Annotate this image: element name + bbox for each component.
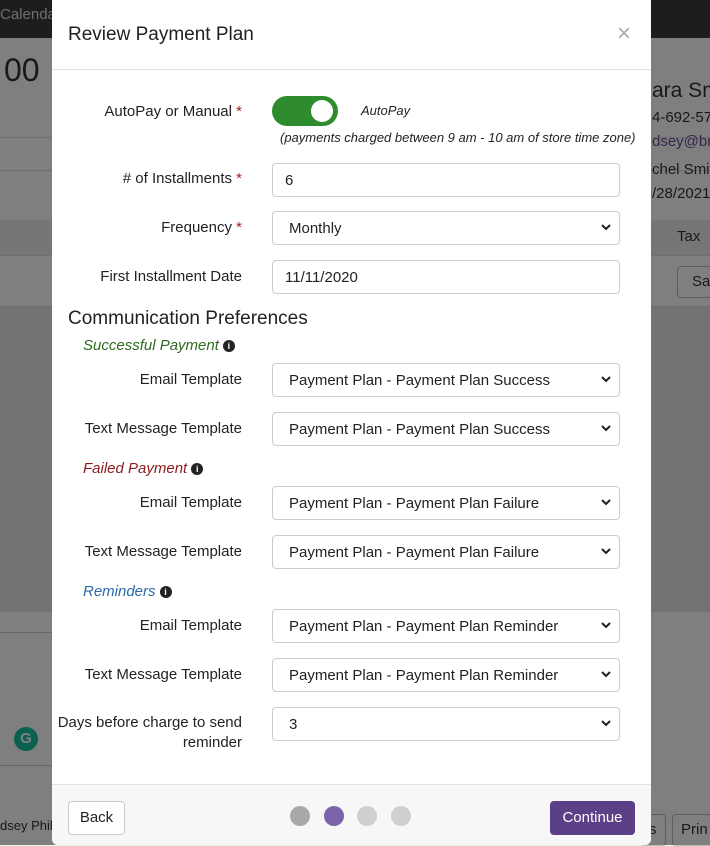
failed-email-value: Payment Plan - Payment Plan Failure — [289, 495, 540, 512]
autopay-note: (payments charged between 9 am - 10 am o… — [280, 130, 636, 145]
modal-title: Review Payment Plan — [68, 24, 254, 45]
required-marker: * — [236, 219, 242, 236]
step-dot — [290, 806, 310, 826]
close-icon[interactable]: × — [617, 20, 631, 48]
autopay-toggle[interactable] — [272, 96, 338, 126]
chevron-down-icon — [601, 671, 611, 678]
failed-email-label: Email Template — [139, 494, 242, 511]
continue-button[interactable]: Continue — [550, 801, 635, 835]
autopay-value-label: AutoPay — [361, 103, 411, 118]
step-dot — [357, 806, 377, 826]
chevron-down-icon — [601, 499, 611, 506]
required-marker: * — [236, 103, 242, 120]
step-dot-active — [324, 806, 344, 826]
days-before-label: Days before charge to send reminder — [57, 714, 242, 751]
reminders-sms-label: Text Message Template — [84, 666, 242, 683]
communication-title: Communication Preferences — [68, 308, 308, 329]
success-heading-text: Successful Payment — [83, 337, 219, 354]
failed-sms-value: Payment Plan - Payment Plan Failure — [289, 544, 540, 561]
installments-input[interactable]: 6 — [272, 163, 620, 197]
failed-heading: Failed Payment i — [83, 460, 204, 477]
success-email-value: Payment Plan - Payment Plan Success — [289, 372, 550, 389]
frequency-select[interactable]: Monthly — [272, 211, 620, 245]
toggle-knob — [311, 100, 333, 122]
modal-header: Review Payment Plan × — [52, 0, 651, 70]
first-date-label: First Installment Date — [100, 268, 242, 285]
failed-email-select[interactable]: Payment Plan - Payment Plan Failure — [272, 486, 620, 520]
frequency-label-text: Frequency — [161, 219, 232, 236]
reminders-sms-value: Payment Plan - Payment Plan Reminder — [289, 667, 559, 684]
failed-sms-select[interactable]: Payment Plan - Payment Plan Failure — [272, 535, 620, 569]
reminders-email-label: Email Template — [139, 617, 242, 634]
chevron-down-icon — [601, 376, 611, 383]
frequency-label: Frequency * — [161, 219, 242, 236]
success-email-select[interactable]: Payment Plan - Payment Plan Success — [272, 363, 620, 397]
days-before-value: 3 — [289, 716, 298, 733]
success-sms-value: Payment Plan - Payment Plan Success — [289, 421, 550, 438]
chevron-down-icon — [601, 548, 611, 555]
step-dot — [391, 806, 411, 826]
review-payment-plan-modal: Review Payment Plan × AutoPay or Manual … — [52, 0, 651, 845]
reminders-sms-select[interactable]: Payment Plan - Payment Plan Reminder — [272, 658, 620, 692]
reminders-heading: Reminders i — [83, 583, 172, 600]
reminders-email-value: Payment Plan - Payment Plan Reminder — [289, 618, 559, 635]
chevron-down-icon — [601, 720, 611, 727]
back-button[interactable]: Back — [68, 801, 125, 835]
chevron-down-icon — [601, 425, 611, 432]
autopay-label-text: AutoPay or Manual — [104, 103, 232, 120]
modal-footer: Back Continue — [52, 784, 651, 845]
required-marker: * — [236, 170, 242, 187]
info-icon[interactable]: i — [222, 340, 235, 352]
autopay-label: AutoPay or Manual * — [104, 103, 242, 120]
failed-sms-label: Text Message Template — [84, 543, 242, 560]
success-email-label: Email Template — [139, 371, 242, 388]
info-icon[interactable]: i — [159, 586, 172, 598]
success-heading: Successful Payment i — [83, 337, 235, 354]
failed-heading-text: Failed Payment — [83, 460, 188, 477]
info-icon[interactable]: i — [191, 463, 204, 475]
days-before-select[interactable]: 3 — [272, 707, 620, 741]
first-date-input[interactable]: 11/11/2020 — [272, 260, 620, 294]
reminders-heading-text: Reminders — [83, 583, 156, 600]
installments-label-text: # of Installments — [122, 170, 232, 187]
chevron-down-icon — [601, 224, 611, 231]
success-sms-select[interactable]: Payment Plan - Payment Plan Success — [272, 412, 620, 446]
reminders-email-select[interactable]: Payment Plan - Payment Plan Reminder — [272, 609, 620, 643]
installments-label: # of Installments * — [123, 170, 242, 187]
chevron-down-icon — [601, 622, 611, 629]
frequency-value: Monthly — [289, 220, 342, 237]
success-sms-label: Text Message Template — [84, 420, 242, 437]
